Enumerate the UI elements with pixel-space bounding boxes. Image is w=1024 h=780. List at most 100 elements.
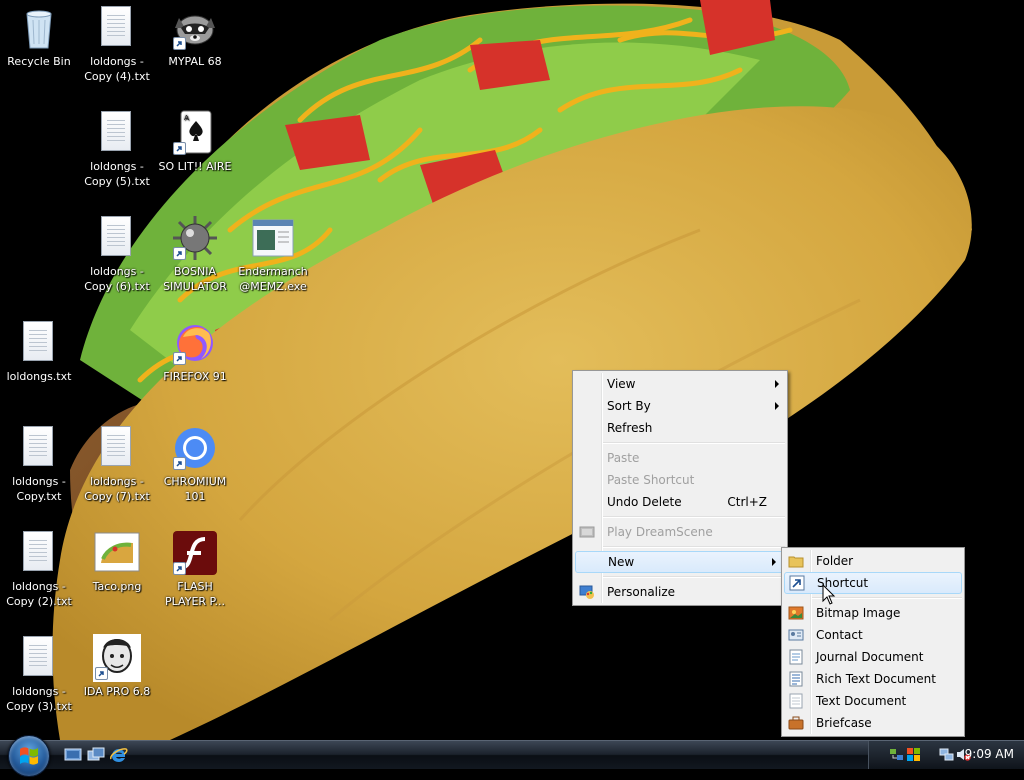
- shortcut-arrow-icon: [173, 142, 186, 155]
- text-file-icon: [93, 214, 141, 262]
- windows-logo-icon: [20, 747, 38, 765]
- taskbar-clock[interactable]: 9:09 AM: [965, 747, 1014, 761]
- submenu-item-shortcut[interactable]: Shortcut: [784, 572, 962, 594]
- menu-separator: [573, 573, 787, 581]
- menu-item-label: Play DreamScene: [607, 525, 713, 539]
- icon-label: loldongs - Copy.txt: [12, 475, 66, 503]
- desktop-icon-mypal[interactable]: MYPAL 68: [157, 0, 233, 69]
- icon-label: Endermanch @MEMZ.exe: [238, 265, 308, 293]
- playing-card-icon: A: [171, 109, 219, 157]
- desktop-icon-bosnia-simulator[interactable]: BOSNIA SIMULATOR: [157, 210, 233, 294]
- menu-item-label: New: [608, 555, 635, 569]
- submenu-item-text-document[interactable]: Text Document: [782, 690, 964, 712]
- start-button[interactable]: [8, 735, 50, 777]
- shortcut-arrow-icon: [173, 37, 186, 50]
- menu-item-paste-shortcut[interactable]: Paste Shortcut: [573, 469, 787, 491]
- desktop-icon-firefox[interactable]: FIREFOX 91: [157, 315, 233, 384]
- menu-item-label: Paste Shortcut: [607, 473, 695, 487]
- network-sync-icon[interactable]: [889, 747, 904, 762]
- desktop-icon-ida-pro[interactable]: IDA PRO 6.8: [79, 630, 155, 699]
- icon-label: loldongs.txt: [6, 370, 72, 383]
- switch-windows-icon[interactable]: [87, 747, 105, 763]
- submenu-item-folder[interactable]: Folder: [782, 550, 964, 572]
- flash-icon: [171, 529, 219, 577]
- menu-item-shortcut-key: Ctrl+Z: [727, 495, 767, 509]
- menu-item-sort-by[interactable]: Sort By: [573, 395, 787, 417]
- shortcut-arrow-icon: [173, 247, 186, 260]
- icon-label: IDA PRO 6.8: [83, 685, 151, 698]
- show-desktop-icon[interactable]: [64, 747, 82, 763]
- icon-label: MYPAL 68: [168, 55, 222, 68]
- menu-separator: [573, 513, 787, 521]
- desktop-icon-text-file[interactable]: loldongs - Copy.txt: [1, 420, 77, 504]
- menu-item-paste[interactable]: Paste: [573, 447, 787, 469]
- text-document-icon: [788, 693, 804, 709]
- icon-label: loldongs - Copy (2).txt: [6, 580, 72, 608]
- mypal-icon: [171, 4, 219, 52]
- shortcut-arrow-icon: [173, 352, 186, 365]
- icon-label: CHROMIUM 101: [163, 475, 227, 503]
- icon-label: loldongs - Copy (4).txt: [84, 55, 150, 83]
- desktop-icon-flash-player[interactable]: FLASH PLAYER P...: [157, 525, 233, 609]
- desktop-icon-taco-png[interactable]: Taco.png: [79, 525, 155, 594]
- menu-item-personalize[interactable]: Personalize: [573, 581, 787, 603]
- submenu-item-briefcase[interactable]: Briefcase: [782, 712, 964, 734]
- desktop-icon-text-file[interactable]: loldongs.txt: [1, 315, 77, 384]
- system-tray: 9:09 AM: [868, 741, 1024, 769]
- new-submenu: Folder Shortcut Bitmap Image Contact Jou…: [781, 547, 965, 737]
- text-file-icon: [93, 424, 141, 472]
- contact-icon: [788, 627, 804, 643]
- submenu-item-rich-text-document[interactable]: Rich Text Document: [782, 668, 964, 690]
- program-window-icon: [249, 214, 297, 262]
- submenu-item-journal-document[interactable]: Journal Document: [782, 646, 964, 668]
- menu-item-label: Refresh: [607, 421, 653, 435]
- menu-item-label: Rich Text Document: [816, 672, 936, 686]
- firefox-icon: [171, 319, 219, 367]
- desktop-icon-solitaire[interactable]: A SO LIT!! AIRE: [157, 105, 233, 174]
- shortcut-arrow-icon: [173, 562, 186, 575]
- shortcut-icon: [789, 575, 805, 591]
- icon-label: loldongs - Copy (3).txt: [6, 685, 72, 713]
- menu-item-undo-delete[interactable]: Undo Delete Ctrl+Z: [573, 491, 787, 513]
- network-icon[interactable]: [939, 747, 954, 762]
- dreamscene-icon: [579, 524, 595, 540]
- desktop-icon-text-file[interactable]: loldongs - Copy (7).txt: [79, 420, 155, 504]
- menu-item-new[interactable]: New: [575, 551, 785, 573]
- shortcut-arrow-icon: [95, 667, 108, 680]
- desktop-icon-text-file[interactable]: loldongs - Copy (6).txt: [79, 210, 155, 294]
- desktop-icon-memz[interactable]: Endermanch @MEMZ.exe: [235, 210, 311, 294]
- desktop-icon-chromium[interactable]: CHROMIUM 101: [157, 420, 233, 504]
- mouse-cursor-icon: [822, 584, 836, 605]
- desktop-icon-text-file[interactable]: loldongs - Copy (3).txt: [1, 630, 77, 714]
- image-file-icon: [93, 529, 141, 577]
- menu-item-label: Personalize: [607, 585, 676, 599]
- text-file-icon: [93, 4, 141, 52]
- folder-icon: [788, 553, 804, 569]
- ida-pro-icon: [93, 634, 141, 682]
- desktop-icon-recycle-bin[interactable]: Recycle Bin: [1, 0, 77, 69]
- menu-item-view[interactable]: View: [573, 373, 787, 395]
- menu-item-play-dreamscene[interactable]: Play DreamScene: [573, 521, 787, 543]
- icon-label: BOSNIA SIMULATOR: [163, 265, 227, 293]
- menu-item-label: Paste: [607, 451, 640, 465]
- svg-text:A: A: [184, 114, 189, 122]
- submenu-arrow-icon: [772, 558, 776, 566]
- icon-label: loldongs - Copy (6).txt: [84, 265, 150, 293]
- desktop-icon-text-file[interactable]: loldongs - Copy (2).txt: [1, 525, 77, 609]
- chromium-icon: [171, 424, 219, 472]
- icon-label: FIREFOX 91: [163, 370, 227, 383]
- internet-explorer-icon[interactable]: [110, 747, 128, 763]
- menu-item-label: Journal Document: [816, 650, 924, 664]
- submenu-item-bitmap-image[interactable]: Bitmap Image: [782, 602, 964, 624]
- desktop-icon-text-file[interactable]: loldongs - Copy (4).txt: [79, 0, 155, 84]
- menu-item-label: Text Document: [816, 694, 907, 708]
- menu-item-label: View: [607, 377, 636, 391]
- icon-label: Taco.png: [92, 580, 142, 593]
- submenu-item-contact[interactable]: Contact: [782, 624, 964, 646]
- desktop-context-menu: View Sort By Refresh Paste Paste Shortcu…: [572, 370, 788, 606]
- windows-update-icon[interactable]: [906, 747, 921, 762]
- menu-item-refresh[interactable]: Refresh: [573, 417, 787, 439]
- text-file-icon: [15, 424, 63, 472]
- rich-text-document-icon: [788, 671, 804, 687]
- desktop-icon-text-file[interactable]: loldongs - Copy (5).txt: [79, 105, 155, 189]
